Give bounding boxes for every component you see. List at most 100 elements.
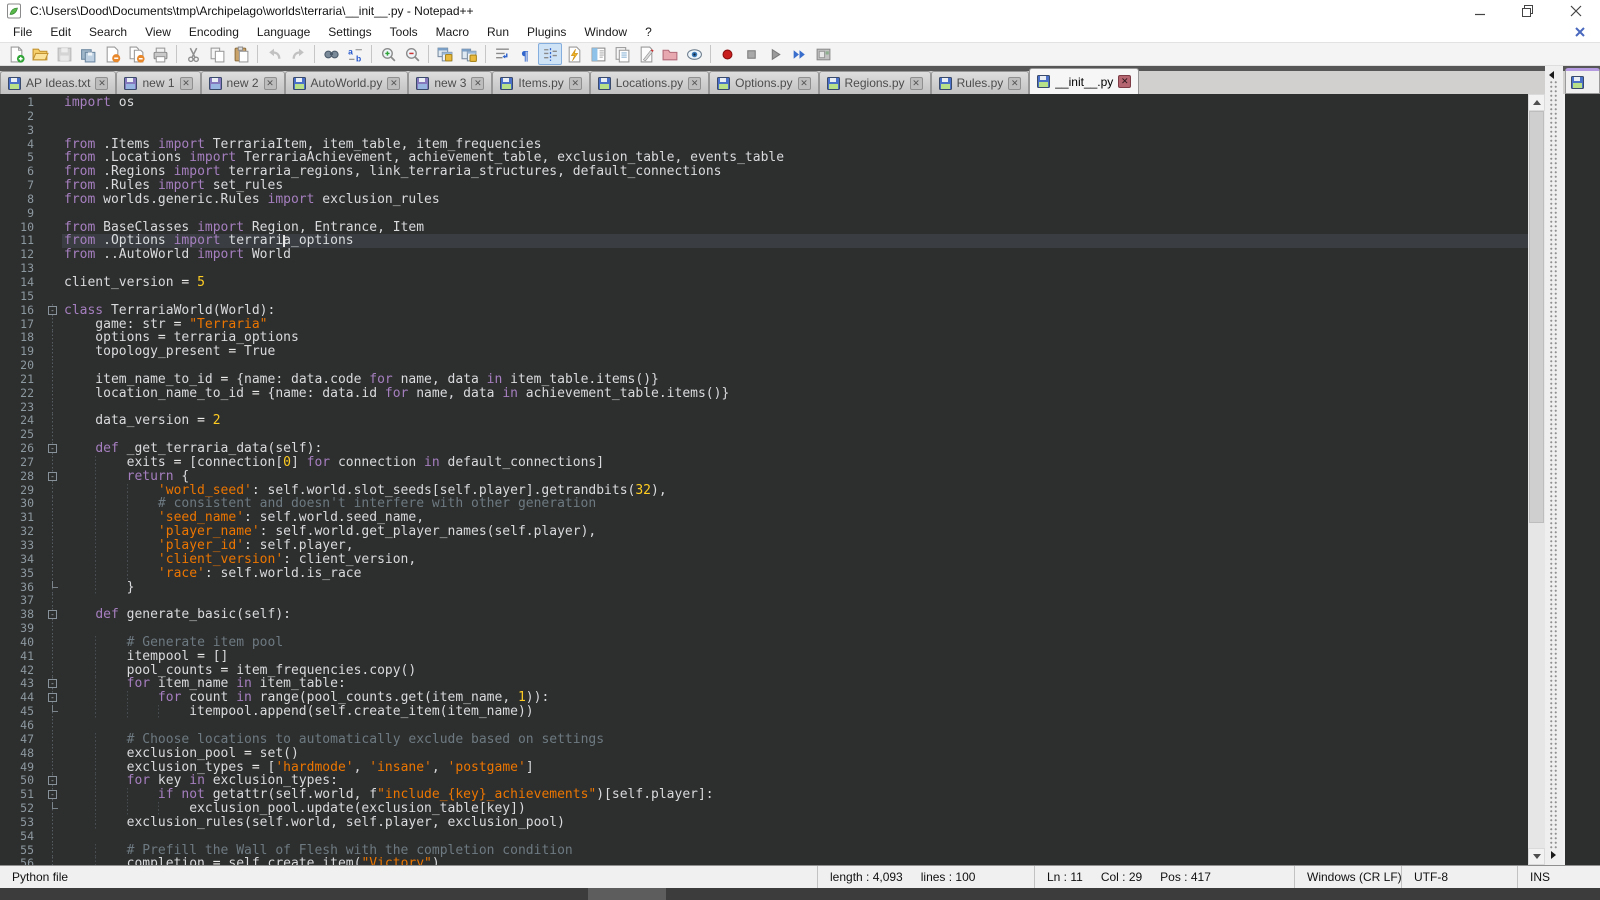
second-view-tab[interactable] bbox=[1565, 68, 1600, 94]
fold-margin bbox=[44, 761, 62, 775]
folder-as-workspace-button[interactable] bbox=[658, 43, 682, 65]
tab-close-icon[interactable]: ✕ bbox=[387, 77, 400, 90]
new-file-button[interactable] bbox=[4, 43, 28, 65]
line-number: 10 bbox=[0, 221, 44, 235]
fold-marker[interactable]: - bbox=[44, 442, 62, 456]
minimize-button[interactable] bbox=[1456, 0, 1504, 22]
monitoring-button[interactable] bbox=[682, 43, 706, 65]
fold-marker[interactable]: - bbox=[44, 470, 62, 484]
menu-search[interactable]: Search bbox=[80, 23, 136, 41]
word-wrap-button[interactable] bbox=[490, 43, 514, 65]
menu-language[interactable]: Language bbox=[248, 23, 319, 41]
tab-options-py[interactable]: Options.py✕ bbox=[709, 71, 818, 94]
sync-scroll-vertical-button[interactable] bbox=[433, 43, 457, 65]
macro-play-button[interactable] bbox=[763, 43, 787, 65]
menu-view[interactable]: View bbox=[136, 23, 180, 41]
scroll-down-arrow[interactable] bbox=[1528, 848, 1545, 865]
code-line: 3 bbox=[0, 124, 1528, 138]
fold-marker[interactable]: - bbox=[44, 304, 62, 318]
restore-button[interactable] bbox=[1504, 0, 1552, 22]
macro-stop-button[interactable] bbox=[739, 43, 763, 65]
view-splitter[interactable] bbox=[1545, 66, 1563, 865]
tab-regions-py[interactable]: Regions.py✕ bbox=[819, 71, 931, 94]
document-map-button[interactable] bbox=[586, 43, 610, 65]
document-list-button[interactable] bbox=[610, 43, 634, 65]
close-document-icon[interactable] bbox=[1572, 24, 1588, 40]
line-number: 30 bbox=[0, 497, 44, 511]
fold-marker[interactable]: - bbox=[44, 788, 62, 802]
user-defined-language-button[interactable] bbox=[562, 43, 586, 65]
menu-plugins[interactable]: Plugins bbox=[518, 23, 575, 41]
tab-close-icon[interactable]: ✕ bbox=[798, 77, 811, 90]
tab-new-1[interactable]: new 1✕ bbox=[116, 71, 200, 94]
redo-button[interactable] bbox=[286, 43, 310, 65]
tab-items-py[interactable]: Items.py✕ bbox=[492, 71, 589, 94]
tab-close-icon[interactable]: ✕ bbox=[471, 77, 484, 90]
status-insert-mode[interactable]: INS bbox=[1518, 866, 1600, 888]
cut-button[interactable] bbox=[181, 43, 205, 65]
scrollbar-thumb[interactable] bbox=[1529, 111, 1544, 523]
vertical-scrollbar[interactable] bbox=[1528, 94, 1545, 865]
menu-edit[interactable]: Edit bbox=[41, 23, 80, 41]
tab-close-icon[interactable]: ✕ bbox=[1118, 75, 1131, 88]
close-button[interactable] bbox=[1552, 0, 1600, 22]
line-number: 13 bbox=[0, 262, 44, 276]
tab-close-icon[interactable]: ✕ bbox=[688, 77, 701, 90]
menu-settings[interactable]: Settings bbox=[319, 23, 380, 41]
menu-help[interactable]: ? bbox=[636, 23, 661, 41]
open-file-button[interactable] bbox=[28, 43, 52, 65]
splitter-collapse-left-icon[interactable] bbox=[1549, 71, 1554, 79]
tab-init-py[interactable]: __init__.py✕ bbox=[1029, 68, 1139, 94]
second-view-editor[interactable] bbox=[1563, 94, 1600, 865]
undo-button[interactable] bbox=[262, 43, 286, 65]
tab-new-2[interactable]: new 2✕ bbox=[201, 71, 285, 94]
tab-close-icon[interactable]: ✕ bbox=[180, 77, 193, 90]
print-button[interactable] bbox=[148, 43, 172, 65]
tab-new-3[interactable]: new 3✕ bbox=[408, 71, 492, 94]
zoom-in-button[interactable] bbox=[376, 43, 400, 65]
save-all-button[interactable] bbox=[76, 43, 100, 65]
edit-marker-button[interactable] bbox=[634, 43, 658, 65]
code-text: exclusion_pool.update(exclusion_table[ke… bbox=[62, 802, 1528, 816]
splitter-collapse-right-icon[interactable] bbox=[1551, 851, 1556, 859]
fold-marker[interactable]: - bbox=[44, 608, 62, 622]
splitter-grip[interactable] bbox=[1549, 80, 1559, 849]
show-all-characters-button[interactable]: ¶ bbox=[514, 43, 538, 65]
close-button[interactable] bbox=[100, 43, 124, 65]
tab-close-icon[interactable]: ✕ bbox=[569, 77, 582, 90]
close-all-button[interactable] bbox=[124, 43, 148, 65]
tab-rules-py[interactable]: Rules.py✕ bbox=[931, 71, 1030, 94]
sync-scroll-horizontal-button[interactable] bbox=[457, 43, 481, 65]
find-button[interactable] bbox=[319, 43, 343, 65]
menu-run[interactable]: Run bbox=[478, 23, 518, 41]
zoom-out-button[interactable] bbox=[400, 43, 424, 65]
tab-close-icon[interactable]: ✕ bbox=[1008, 77, 1021, 90]
tab-close-icon[interactable]: ✕ bbox=[95, 77, 108, 90]
menu-encoding[interactable]: Encoding bbox=[180, 23, 248, 41]
tab-autoworld-py[interactable]: AutoWorld.py✕ bbox=[285, 71, 409, 94]
macro-record-button[interactable] bbox=[715, 43, 739, 65]
replace-button[interactable]: ab bbox=[343, 43, 367, 65]
tab-ap-ideas-txt[interactable]: AP Ideas.txt✕ bbox=[0, 71, 116, 94]
menu-tools[interactable]: Tools bbox=[381, 23, 427, 41]
menu-macro[interactable]: Macro bbox=[427, 23, 478, 41]
scroll-up-arrow[interactable] bbox=[1528, 94, 1545, 111]
macro-save-button[interactable] bbox=[811, 43, 835, 65]
toolbar-separator bbox=[706, 45, 715, 63]
copy-button[interactable] bbox=[205, 43, 229, 65]
code-line: 11from .Options import terraria_options bbox=[0, 234, 1528, 248]
editor-surface[interactable]: 1import os234from .Items import Terraria… bbox=[0, 94, 1528, 865]
show-indent-guide-button[interactable] bbox=[538, 43, 562, 65]
code-text: options = terraria_options bbox=[62, 331, 1528, 345]
tab-locations-py[interactable]: Locations.py✕ bbox=[590, 71, 709, 94]
macro-run-multiple-button[interactable] bbox=[787, 43, 811, 65]
fold-marker[interactable]: - bbox=[44, 691, 62, 705]
menu-file[interactable]: File bbox=[4, 23, 41, 41]
fold-marker[interactable]: - bbox=[44, 774, 62, 788]
save-button[interactable] bbox=[52, 43, 76, 65]
paste-button[interactable] bbox=[229, 43, 253, 65]
tab-close-icon[interactable]: ✕ bbox=[910, 77, 923, 90]
tab-close-icon[interactable]: ✕ bbox=[264, 77, 277, 90]
menu-window[interactable]: Window bbox=[575, 23, 636, 41]
fold-marker[interactable]: - bbox=[44, 677, 62, 691]
